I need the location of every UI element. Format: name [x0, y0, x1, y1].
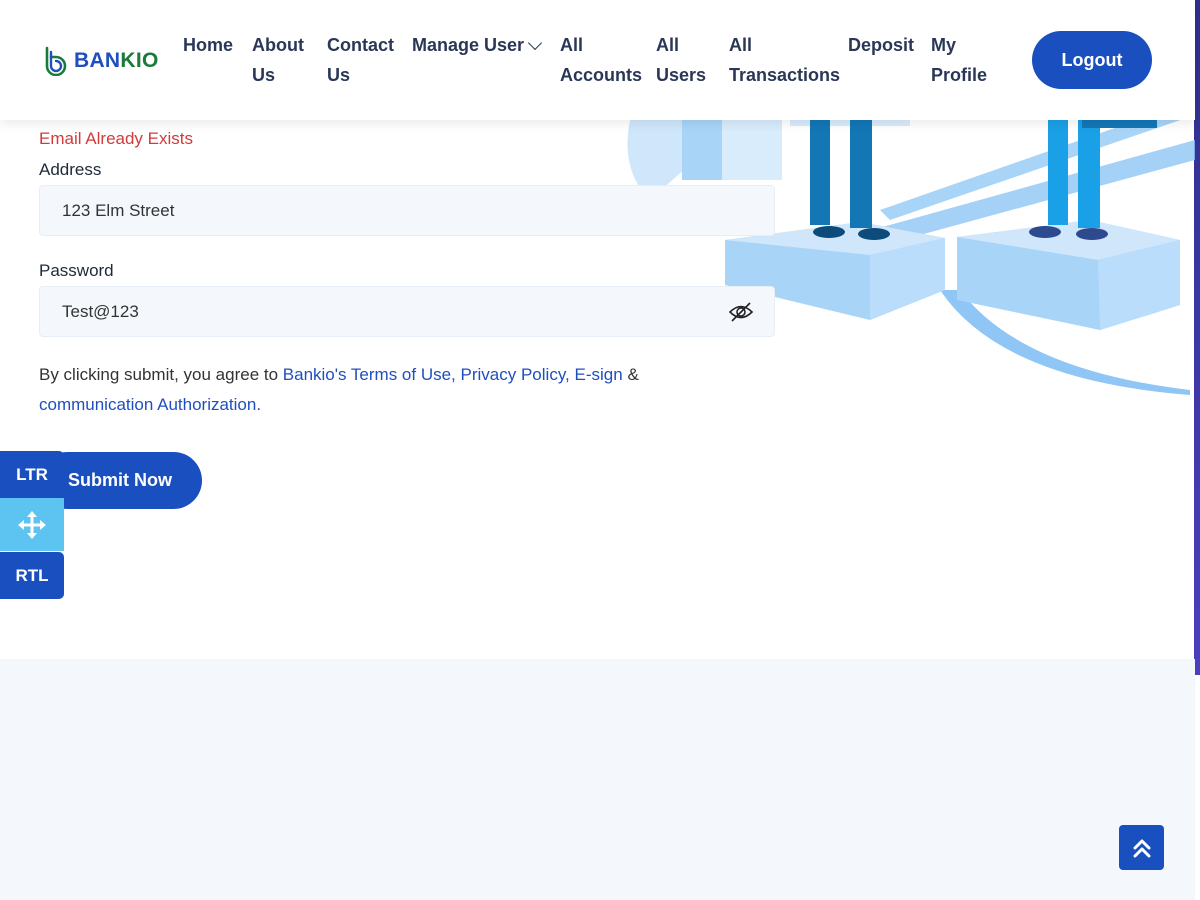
- scroll-to-top-button[interactable]: [1119, 825, 1164, 870]
- terms-prefix: By clicking submit, you agree to: [39, 365, 283, 384]
- nav-manage-user-label: Manage User: [412, 35, 525, 55]
- nav-manage-user[interactable]: Manage User: [412, 30, 543, 60]
- password-label: Password: [39, 261, 114, 280]
- password-value: Test@123: [62, 301, 139, 321]
- nav-all-accounts-label-2: Accounts: [560, 65, 643, 85]
- site-header: BANKIO Home About Us Contact Us Manage U…: [0, 0, 1195, 120]
- communication-authorization-link[interactable]: communication Authorization.: [39, 395, 261, 414]
- nav-my-profile-label-1: My: [931, 35, 957, 55]
- nav-all-transactions-label-2: Transactions: [729, 65, 841, 85]
- address-label: Address: [39, 160, 102, 179]
- nav-about-us[interactable]: About Us: [252, 30, 304, 90]
- nav-all-users-label-1: All: [656, 35, 680, 55]
- nav-contact-label-2: Us: [327, 65, 351, 85]
- bankio-logo-icon: [45, 46, 67, 76]
- nav-about-label-2: Us: [252, 65, 276, 85]
- terms-of-use-link[interactable]: Bankio's Terms of Use,: [283, 365, 456, 384]
- nav-my-profile[interactable]: My Profile: [931, 30, 987, 90]
- nav-contact-label-1: Contact: [327, 35, 394, 55]
- nav-all-users-label-2: Users: [656, 65, 707, 85]
- hero-illustration: [627, 110, 1195, 395]
- nav-about-label-1: About: [252, 35, 304, 55]
- address-value: 123 Elm Street: [62, 200, 175, 220]
- password-field[interactable]: Test@123: [39, 286, 775, 337]
- nav-all-users[interactable]: All Users: [656, 30, 706, 90]
- ltr-button[interactable]: LTR: [0, 451, 64, 498]
- move-handle[interactable]: [0, 498, 64, 551]
- nav-home-label: Home: [183, 35, 234, 55]
- nav-all-transactions-label-1: All: [729, 35, 753, 55]
- terms-ampersand: &: [627, 365, 639, 384]
- nav-all-accounts[interactable]: All Accounts: [560, 30, 642, 90]
- address-field[interactable]: 123 Elm Street: [39, 185, 775, 236]
- logout-button[interactable]: Logout: [1032, 31, 1152, 89]
- privacy-policy-link[interactable]: Privacy Policy,: [461, 365, 570, 384]
- move-arrows-icon: [18, 510, 46, 539]
- rtl-button[interactable]: RTL: [0, 552, 64, 599]
- nav-home[interactable]: Home: [183, 30, 233, 60]
- nav-all-transactions[interactable]: All Transactions: [729, 30, 840, 90]
- nav-my-profile-label-2: Profile: [931, 65, 988, 85]
- footer-section: [0, 659, 1195, 900]
- brand-logo[interactable]: BANKIO: [42, 46, 159, 76]
- email-error-message: Email Already Exists: [39, 129, 193, 148]
- chevron-down-icon: [527, 35, 543, 51]
- nav-deposit[interactable]: Deposit: [848, 30, 914, 60]
- nav-contact-us[interactable]: Contact Us: [327, 30, 394, 90]
- brand-name: BANKIO: [74, 49, 159, 72]
- eye-slash-icon[interactable]: [728, 301, 754, 323]
- nav-deposit-label: Deposit: [848, 35, 915, 55]
- double-chevron-up-icon: [1133, 839, 1150, 857]
- terms-agreement: By clicking submit, you agree to Bankio'…: [39, 360, 659, 420]
- nav-all-accounts-label-1: All: [560, 35, 584, 55]
- esign-link[interactable]: E-sign: [575, 365, 623, 384]
